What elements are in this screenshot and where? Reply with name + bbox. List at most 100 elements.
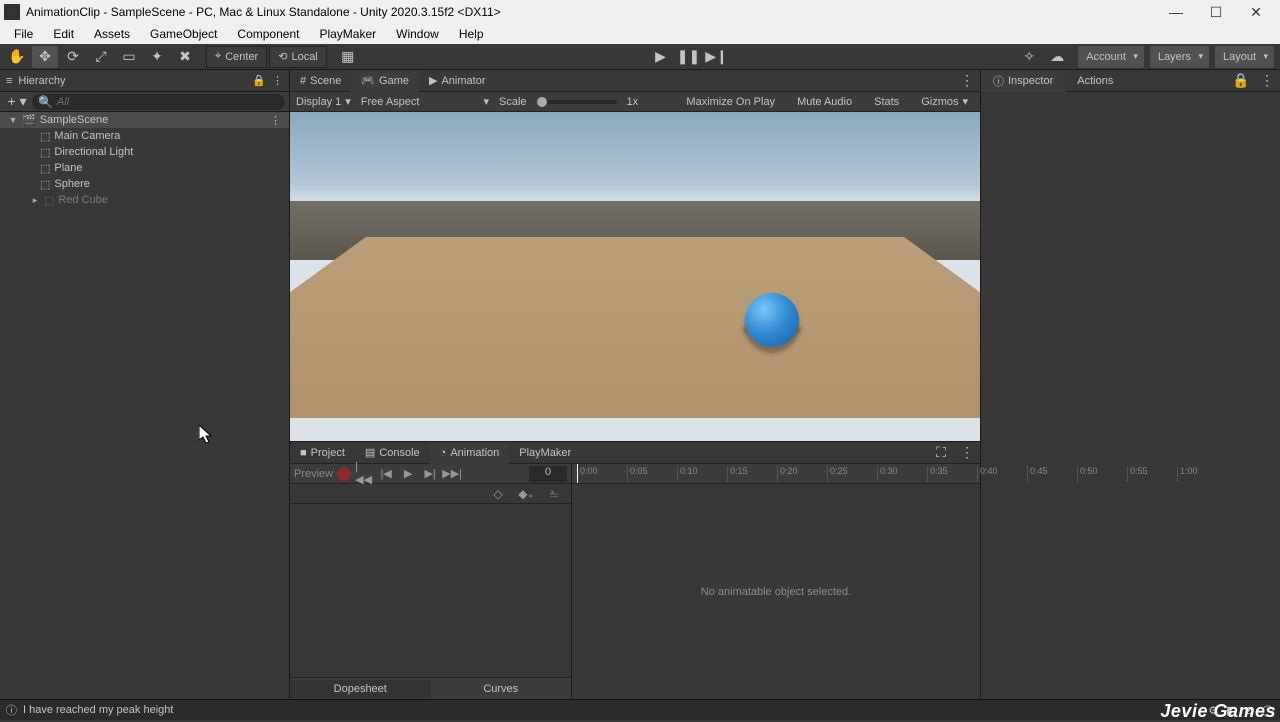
game-view[interactable] <box>290 112 980 441</box>
scene-menu-icon[interactable]: ⋮ <box>270 114 281 127</box>
play-button[interactable]: ▶ <box>647 46 673 68</box>
filter-button[interactable]: ⎁ <box>545 486 563 502</box>
menu-assets[interactable]: Assets <box>86 25 138 43</box>
timeline-tick: 0:45 <box>1027 466 1048 482</box>
tab-playmaker[interactable]: PlayMaker <box>509 442 581 464</box>
rect-tool-button[interactable]: ▭ <box>116 46 142 68</box>
prev-key-button[interactable]: |◀ <box>377 466 395 482</box>
window-minimize-button[interactable]: — <box>1156 0 1196 24</box>
display-dropdown[interactable]: Display 1▾ <box>296 95 351 108</box>
pivot-center-toggle[interactable]: ⌖Center <box>206 46 267 68</box>
animation-empty-message: No animatable object selected. <box>572 484 980 699</box>
transform-tool-button[interactable]: ✦ <box>144 46 170 68</box>
hierarchy-create-button[interactable]: + ▾ <box>4 91 30 113</box>
record-button[interactable] <box>337 467 351 481</box>
bottom-panel: ■Project ▤Console ◔Animation PlayMaker ⛶… <box>290 441 980 699</box>
window-close-button[interactable]: ✕ <box>1236 0 1276 24</box>
hierarchy-item-directional-light[interactable]: ⬚ Directional Light <box>0 144 289 160</box>
add-keyframe-button[interactable]: ◇ <box>489 486 507 502</box>
expand-arrow-icon[interactable]: ▼ <box>8 115 18 125</box>
tab-inspector[interactable]: ⓘInspector <box>981 70 1065 92</box>
hierarchy-item-label: Directional Light <box>54 146 133 158</box>
menu-window[interactable]: Window <box>388 25 447 43</box>
panel-menu-icon[interactable]: ⋮ <box>1254 70 1280 92</box>
panel-lock-icon[interactable]: 🔒 <box>252 74 266 87</box>
snap-grid-button[interactable]: ▦ <box>335 46 361 68</box>
scale-value: 1x <box>627 96 639 108</box>
menu-gameobject[interactable]: GameObject <box>142 25 225 43</box>
window-maximize-button[interactable]: ☐ <box>1196 0 1236 24</box>
scale-label: Scale <box>499 96 527 108</box>
menu-playmaker[interactable]: PlayMaker <box>311 25 384 43</box>
menu-edit[interactable]: Edit <box>45 25 82 43</box>
status-bar: ⓘ I have reached my peak height ⚙ ◧ ⊘ ◯ … <box>0 699 1280 720</box>
timeline-tick: 1:00 <box>1177 466 1198 482</box>
tab-label: Game <box>379 75 409 87</box>
timeline-tick: 0:50 <box>1077 466 1098 482</box>
hierarchy-tree[interactable]: ▼ 🎬 SampleScene ⋮ ⬚ Main Camera ⬚ Direct… <box>0 112 289 699</box>
menu-help[interactable]: Help <box>451 25 492 43</box>
play-anim-button[interactable]: ▶ <box>399 466 417 482</box>
tab-label: Project <box>311 447 345 459</box>
status-message: I have reached my peak height <box>23 704 173 716</box>
cloud-icon[interactable]: ☁ <box>1044 46 1070 68</box>
step-button[interactable]: ▶❙ <box>703 46 729 68</box>
rotate-tool-button[interactable]: ⟳ <box>60 46 86 68</box>
panel-menu-icon[interactable]: ⋮ <box>954 442 980 464</box>
global-local-toggle[interactable]: ⟲Local <box>269 46 327 68</box>
custom-tool-button[interactable]: ✖ <box>172 46 198 68</box>
scale-slider[interactable] <box>537 100 617 104</box>
tab-label: Inspector <box>1008 75 1053 87</box>
mute-audio-toggle[interactable]: Mute Audio <box>791 96 858 108</box>
scene-icon: 🎬 <box>22 114 36 127</box>
maximize-on-play-toggle[interactable]: Maximize On Play <box>680 96 781 108</box>
panel-menu-icon[interactable]: ⋮ <box>272 74 283 87</box>
hierarchy-item-plane[interactable]: ⬚ Plane <box>0 160 289 176</box>
aspect-dropdown[interactable]: Free Aspect▾ <box>361 95 489 108</box>
animation-timeline-ruler[interactable]: 0:000:050:100:150:200:250:300:350:400:45… <box>572 464 980 484</box>
hand-tool-button[interactable]: ✋ <box>4 46 30 68</box>
add-event-button[interactable]: ◆₊ <box>517 486 535 502</box>
hierarchy-search-input[interactable] <box>57 96 279 108</box>
gameobject-icon: ⬚ <box>40 178 50 191</box>
next-key-button[interactable]: ▶| <box>421 466 439 482</box>
layout-dropdown[interactable]: Layout <box>1215 46 1274 68</box>
timeline-tick: 0:55 <box>1127 466 1148 482</box>
frame-number-field[interactable]: 0 <box>529 466 567 482</box>
gizmos-dropdown[interactable]: Gizmos▾ <box>915 95 974 108</box>
playhead[interactable] <box>577 464 578 483</box>
tab-animator[interactable]: ▶Animator <box>419 70 496 92</box>
tab-actions[interactable]: Actions <box>1065 70 1125 92</box>
tab-scene[interactable]: #Scene <box>290 70 351 92</box>
curves-tab[interactable]: Curves <box>431 680 572 698</box>
hierarchy-item-main-camera[interactable]: ⬚ Main Camera <box>0 128 289 144</box>
pause-button[interactable]: ❚❚ <box>675 46 701 68</box>
hierarchy-search[interactable]: 🔍 <box>32 94 285 110</box>
expand-arrow-icon[interactable]: ▸ <box>30 195 40 206</box>
goto-start-button[interactable]: |◀◀ <box>355 466 373 482</box>
panel-lock-icon[interactable]: 🔒 <box>1228 70 1254 92</box>
hierarchy-item-red-cube[interactable]: ▸ ⬚ Red Cube <box>0 192 289 208</box>
goto-end-button[interactable]: ▶▶| <box>443 466 461 482</box>
layers-dropdown[interactable]: Layers <box>1150 46 1209 68</box>
timeline-tick: 0:40 <box>977 466 998 482</box>
timeline-tick: 0:30 <box>877 466 898 482</box>
panel-maximize-icon[interactable]: ⛶ <box>928 442 954 464</box>
account-dropdown[interactable]: Account <box>1078 46 1144 68</box>
stats-toggle[interactable]: Stats <box>868 96 905 108</box>
menu-component[interactable]: Component <box>229 25 307 43</box>
hierarchy-item-sphere[interactable]: ⬚ Sphere <box>0 176 289 192</box>
scene-row[interactable]: ▼ 🎬 SampleScene ⋮ <box>0 112 289 128</box>
tab-game[interactable]: 🎮Game <box>351 70 419 92</box>
hierarchy-panel: ≡ Hierarchy 🔒 ⋮ + ▾ 🔍 ▼ 🎬 SampleScene ⋮ … <box>0 70 290 699</box>
tab-animation[interactable]: ◔Animation <box>430 442 510 464</box>
collab-icon[interactable]: ✧ <box>1016 46 1042 68</box>
tab-project[interactable]: ■Project <box>290 442 355 464</box>
inspector-panel: ⓘInspector Actions 🔒 ⋮ <box>980 70 1280 699</box>
scale-tool-button[interactable]: ⤢ <box>88 46 114 68</box>
gameobject-icon: ⬚ <box>40 146 50 159</box>
panel-menu-icon[interactable]: ⋮ <box>954 70 980 92</box>
move-tool-button[interactable]: ✥ <box>32 46 58 68</box>
menu-file[interactable]: File <box>6 25 41 43</box>
dopesheet-tab[interactable]: Dopesheet <box>290 680 431 698</box>
